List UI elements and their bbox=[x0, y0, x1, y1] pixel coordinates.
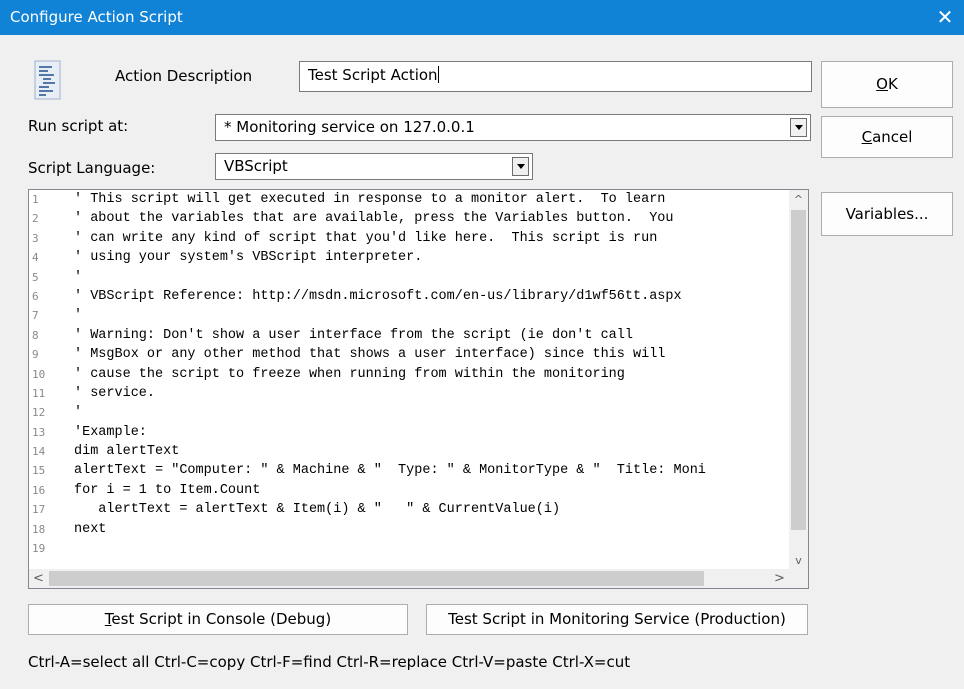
line-number: 5 bbox=[32, 270, 39, 284]
cancel-mnemonic: C bbox=[861, 128, 873, 146]
code-line: ' using your system's VBScript interpret… bbox=[74, 250, 423, 266]
test-in-console-button[interactable]: Test Script in Console (Debug) bbox=[28, 604, 408, 635]
script-language-value: VBScript bbox=[224, 157, 288, 175]
scroll-up-icon[interactable]: ^ bbox=[789, 190, 808, 209]
run-script-at-value: * Monitoring service on 127.0.0.1 bbox=[224, 118, 475, 136]
test-service-label: Test Script in Monitoring Service (Produ… bbox=[448, 610, 786, 628]
code-line: for i = 1 to Item.Count bbox=[74, 482, 261, 498]
action-description-label: Action Description bbox=[115, 67, 253, 85]
line-number: 7 bbox=[32, 309, 39, 323]
ok-mnemonic: O bbox=[876, 75, 888, 93]
test-in-service-button[interactable]: Test Script in Monitoring Service (Produ… bbox=[426, 604, 808, 635]
line-number: 4 bbox=[32, 251, 39, 265]
line-number: 1 bbox=[32, 193, 39, 206]
cancel-button[interactable]: Cancel bbox=[821, 116, 953, 158]
code-line: ' service. bbox=[74, 385, 156, 401]
code-line: ' cause the script to freeze when runnin… bbox=[74, 366, 625, 382]
code-line: ' MsgBox or any other method that shows … bbox=[74, 347, 666, 363]
cancel-label: ancel bbox=[872, 128, 913, 146]
line-number: 10 bbox=[32, 367, 46, 381]
scrollbar-corner bbox=[789, 569, 808, 588]
line-number-gutter: 1 2 3 4 5 6 7 8 9 10 11 12 13 14 15 16 17 18 19 bbox=[29, 190, 69, 570]
line-number: 3 bbox=[32, 231, 39, 245]
script-document-icon bbox=[34, 60, 61, 100]
line-number: 6 bbox=[32, 289, 39, 303]
script-language-dropdown[interactable]: VBScript bbox=[215, 153, 533, 180]
code-line: 'Example: bbox=[74, 424, 147, 440]
horizontal-scroll-thumb[interactable] bbox=[49, 571, 704, 586]
code-line: dim alertText bbox=[74, 444, 180, 460]
line-number: 14 bbox=[32, 445, 46, 459]
ok-label: K bbox=[887, 75, 898, 93]
line-number: 8 bbox=[32, 328, 39, 342]
code-line: ' VBScript Reference: http://msdn.micros… bbox=[74, 288, 682, 304]
code-area[interactable]: ' This script will get executed in respo… bbox=[74, 190, 789, 570]
variables-button[interactable]: Variables... bbox=[821, 192, 953, 236]
keyboard-shortcuts-hint: Ctrl-A=select all Ctrl-C=copy Ctrl-F=fin… bbox=[28, 653, 631, 671]
action-description-value: Test Script Action bbox=[308, 66, 438, 84]
script-language-label: Script Language: bbox=[28, 159, 156, 177]
vertical-scrollbar[interactable]: ^ v bbox=[789, 190, 808, 570]
code-line: alertText = alertText & Item(i) & " " & … bbox=[74, 502, 561, 518]
text-caret bbox=[437, 66, 439, 83]
scroll-right-icon[interactable]: > bbox=[770, 569, 789, 588]
chevron-down-icon[interactable] bbox=[790, 118, 807, 137]
run-script-at-label: Run script at: bbox=[28, 117, 129, 135]
line-number: 16 bbox=[32, 483, 46, 497]
chevron-down-icon[interactable] bbox=[512, 157, 529, 176]
code-line: ' This script will get executed in respo… bbox=[74, 192, 666, 207]
code-line: ' can write any kind of script that you'… bbox=[74, 230, 658, 246]
code-line: alertText = "Computer: " & Machine & " T… bbox=[74, 463, 706, 479]
code-line: ' about the variables that are available… bbox=[74, 211, 674, 227]
scroll-left-icon[interactable]: < bbox=[29, 569, 48, 588]
line-number: 19 bbox=[32, 542, 46, 556]
code-line: ' bbox=[74, 269, 83, 285]
code-line: ' bbox=[74, 405, 83, 421]
script-editor[interactable]: 1 2 3 4 5 6 7 8 9 10 11 12 13 14 15 16 17 18 19 ' This scr… bbox=[28, 189, 809, 589]
line-number: 9 bbox=[32, 348, 39, 362]
run-script-at-dropdown[interactable]: * Monitoring service on 127.0.0.1 bbox=[215, 114, 811, 141]
title-bar[interactable]: Configure Action Script ✕ bbox=[0, 0, 964, 35]
ok-button[interactable]: OK bbox=[821, 61, 953, 108]
line-number: 17 bbox=[32, 503, 46, 517]
scroll-down-icon[interactable]: v bbox=[789, 551, 808, 570]
variables-label: Variables... bbox=[845, 205, 929, 223]
code-line: ' bbox=[74, 308, 83, 324]
vertical-scroll-thumb[interactable] bbox=[791, 210, 806, 530]
test-console-label: est Script in Console (Debug) bbox=[111, 610, 332, 628]
window-title: Configure Action Script bbox=[10, 8, 183, 26]
line-number: 12 bbox=[32, 406, 46, 420]
code-line: ' Warning: Don't show a user interface f… bbox=[74, 327, 633, 343]
configure-action-script-dialog: Configure Action Script ✕ Action Descrip… bbox=[0, 0, 964, 689]
code-line: next bbox=[74, 521, 107, 537]
line-number: 15 bbox=[32, 464, 46, 478]
horizontal-scrollbar[interactable]: < > bbox=[29, 569, 789, 588]
line-number: 13 bbox=[32, 425, 46, 439]
line-number: 18 bbox=[32, 522, 46, 536]
close-icon[interactable]: ✕ bbox=[926, 0, 964, 35]
line-number: 11 bbox=[32, 386, 46, 400]
line-number: 2 bbox=[32, 212, 39, 226]
action-description-input[interactable]: Test Script Action bbox=[299, 61, 812, 92]
